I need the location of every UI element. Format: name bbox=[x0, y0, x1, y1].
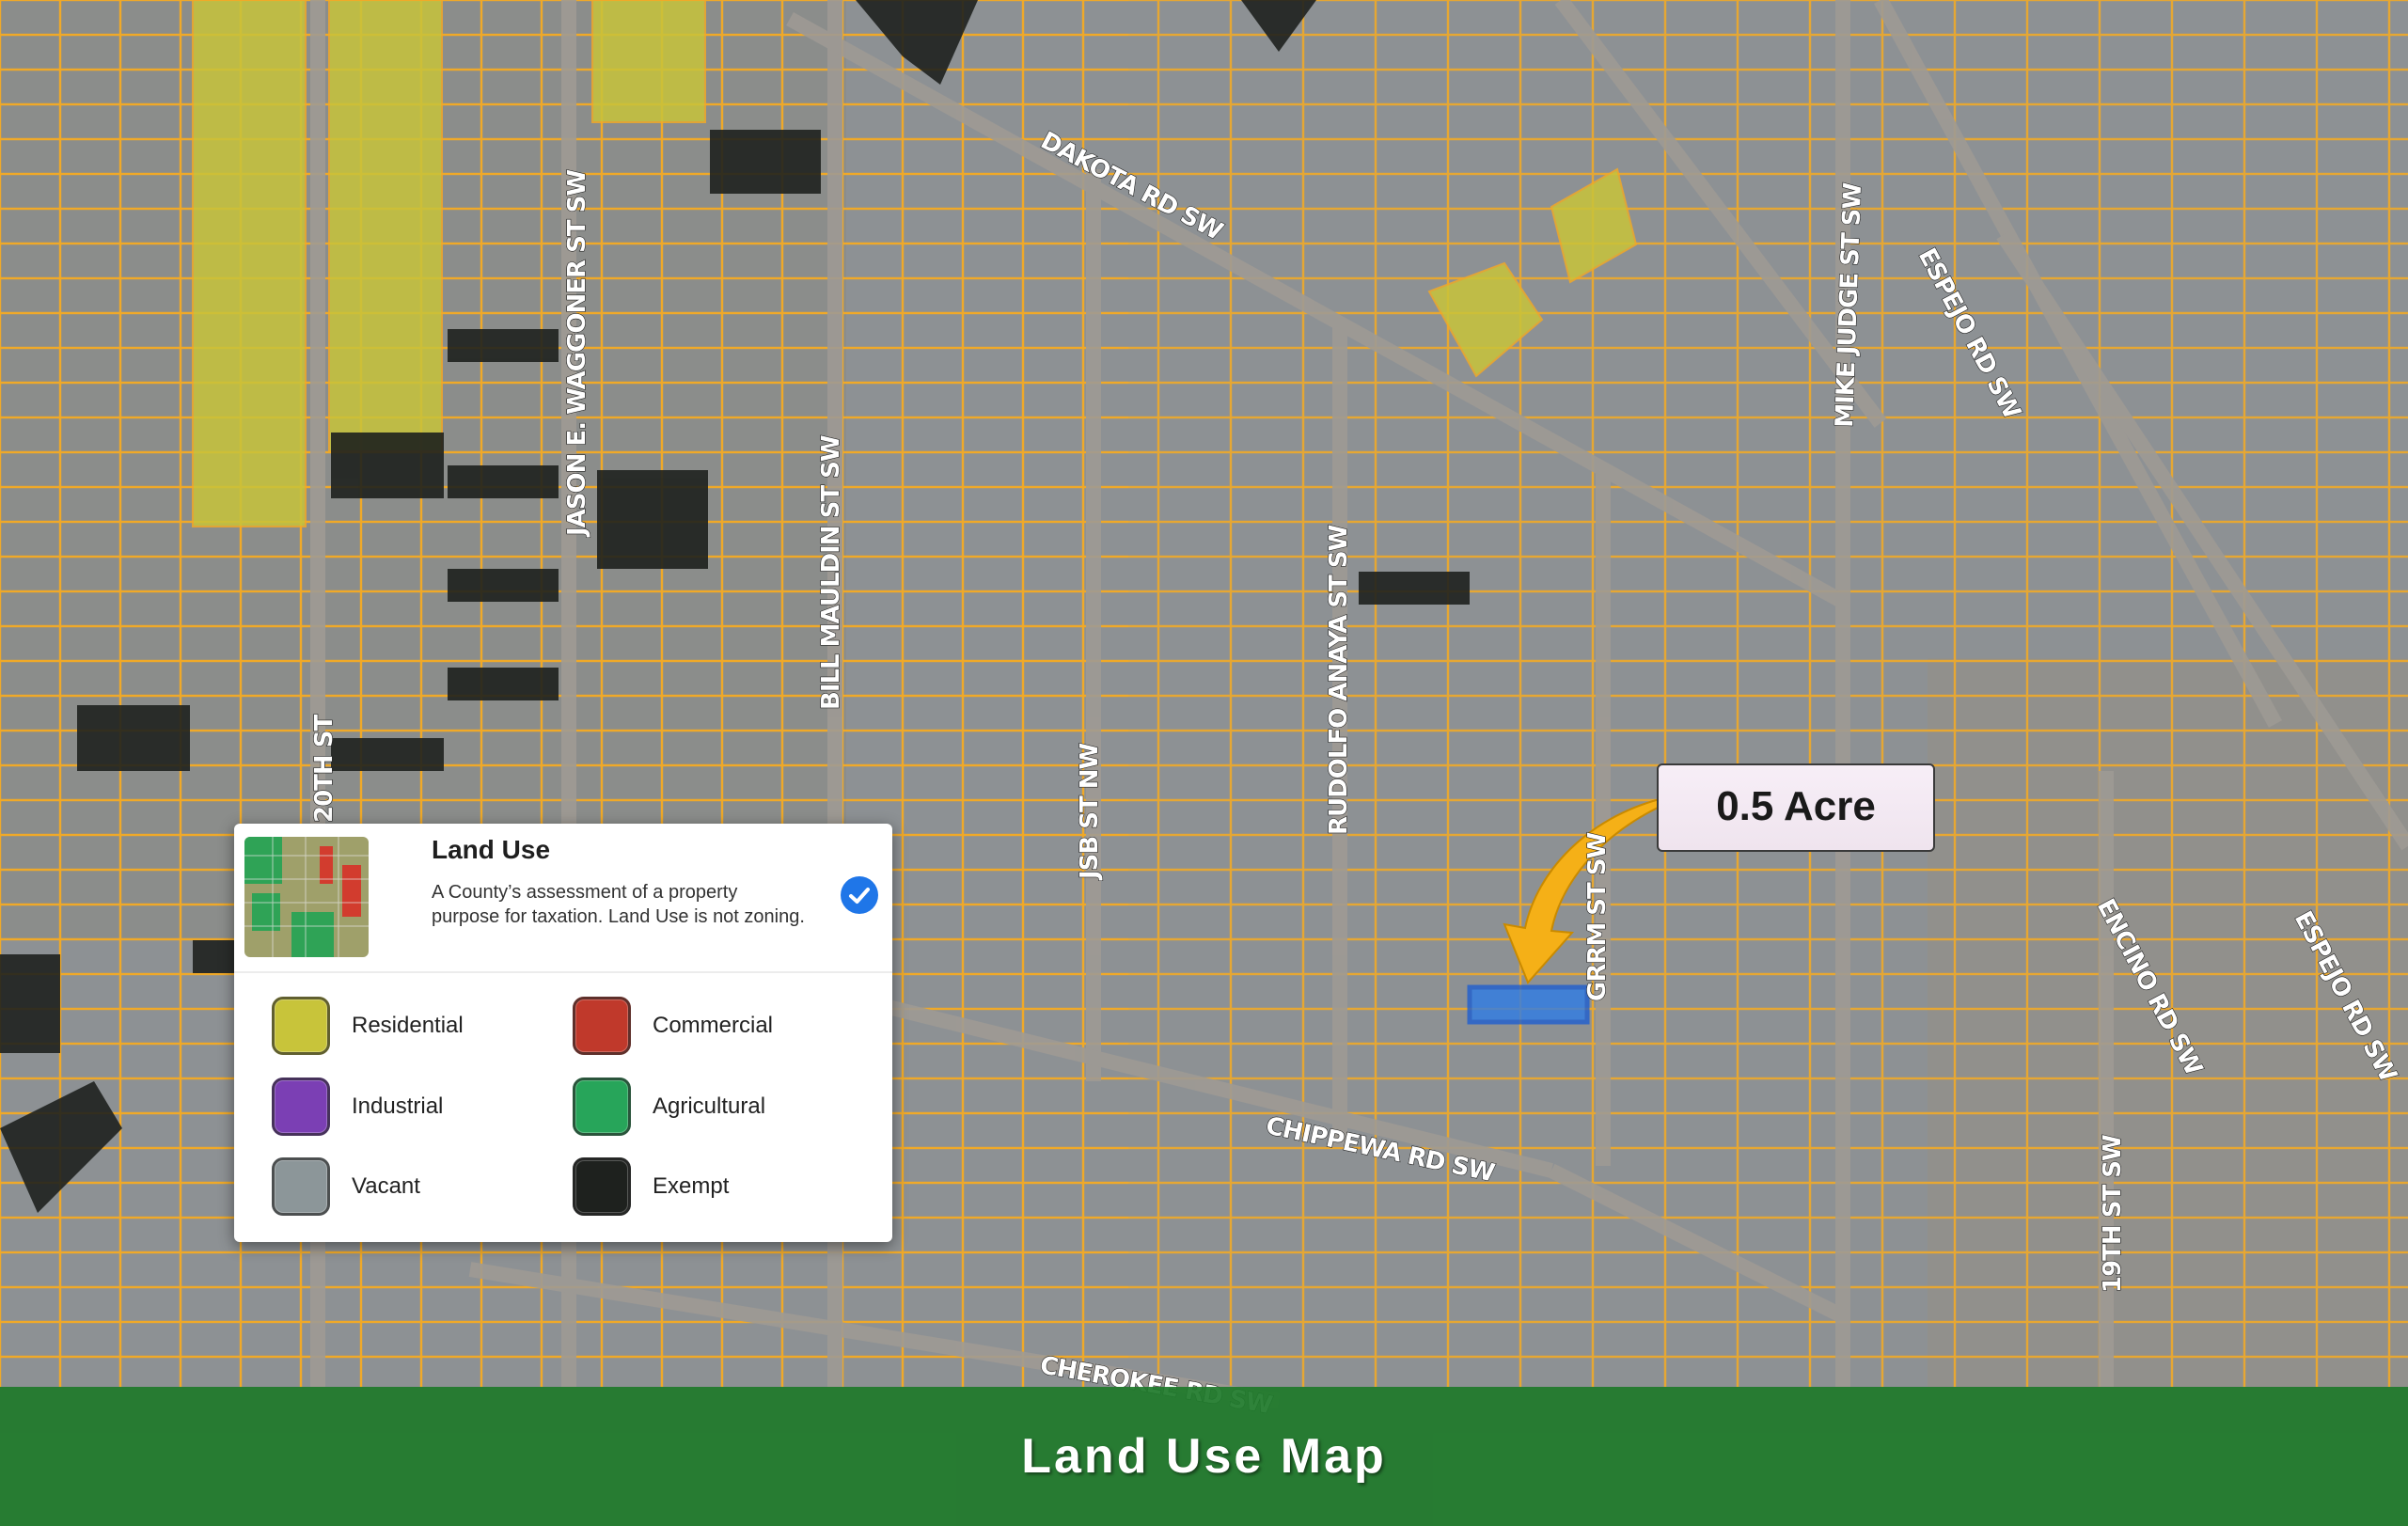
land-use-thumbnail bbox=[244, 837, 369, 957]
subject-parcel[interactable] bbox=[1467, 984, 1590, 1025]
acreage-callout: 0.5 Acre bbox=[1657, 763, 1935, 852]
legend-label-residential: Residential bbox=[352, 1013, 464, 1038]
legend-label-commercial: Commercial bbox=[653, 1013, 774, 1038]
residential-swatch bbox=[272, 997, 330, 1055]
legend-title: Land Use bbox=[432, 835, 551, 864]
land-use-legend: Land Use A County’s assessment of a prop… bbox=[234, 824, 892, 1242]
legend-label-industrial: Industrial bbox=[352, 1093, 444, 1119]
street-label-grrm: GRRM ST SW bbox=[1583, 832, 1612, 1001]
footer-title: Land Use Map bbox=[1021, 1429, 1387, 1484]
legend-divider bbox=[234, 971, 892, 973]
street-label-jsb: JSB ST NW bbox=[1076, 743, 1104, 881]
parcel-grid-east bbox=[1128, 0, 2408, 1387]
parcel-map[interactable]: DAKOTA RD SW JASON E. WAGGONER ST SW BIL… bbox=[0, 0, 2408, 1526]
street-label-20th: 20TH ST bbox=[310, 715, 338, 823]
agricultural-swatch bbox=[573, 1078, 631, 1136]
industrial-swatch bbox=[272, 1078, 330, 1136]
vacant-swatch bbox=[272, 1157, 330, 1216]
street-label-19th: 19TH ST SW bbox=[2099, 1135, 2127, 1293]
acreage-text: 0.5 Acre bbox=[1716, 783, 1876, 829]
commercial-swatch bbox=[573, 997, 631, 1055]
footer-banner: Land Use Map bbox=[0, 1387, 2408, 1526]
street-label-waggoner: JASON E. WAGGONER ST SW bbox=[563, 170, 591, 538]
street-label-mauldin: BILL MAULDIN ST SW bbox=[817, 435, 845, 710]
street-label-anaya: RUDOLFO ANAYA ST SW bbox=[1325, 525, 1353, 835]
layer-checkbox[interactable] bbox=[841, 876, 878, 914]
exempt-swatch bbox=[573, 1157, 631, 1216]
legend-description: A County’s assessment of a property purp… bbox=[432, 882, 805, 927]
legend-label-exempt: Exempt bbox=[653, 1173, 730, 1199]
legend-label-agricultural: Agricultural bbox=[653, 1093, 766, 1119]
checkmark-icon bbox=[849, 888, 870, 904]
legend-label-vacant: Vacant bbox=[352, 1173, 420, 1199]
